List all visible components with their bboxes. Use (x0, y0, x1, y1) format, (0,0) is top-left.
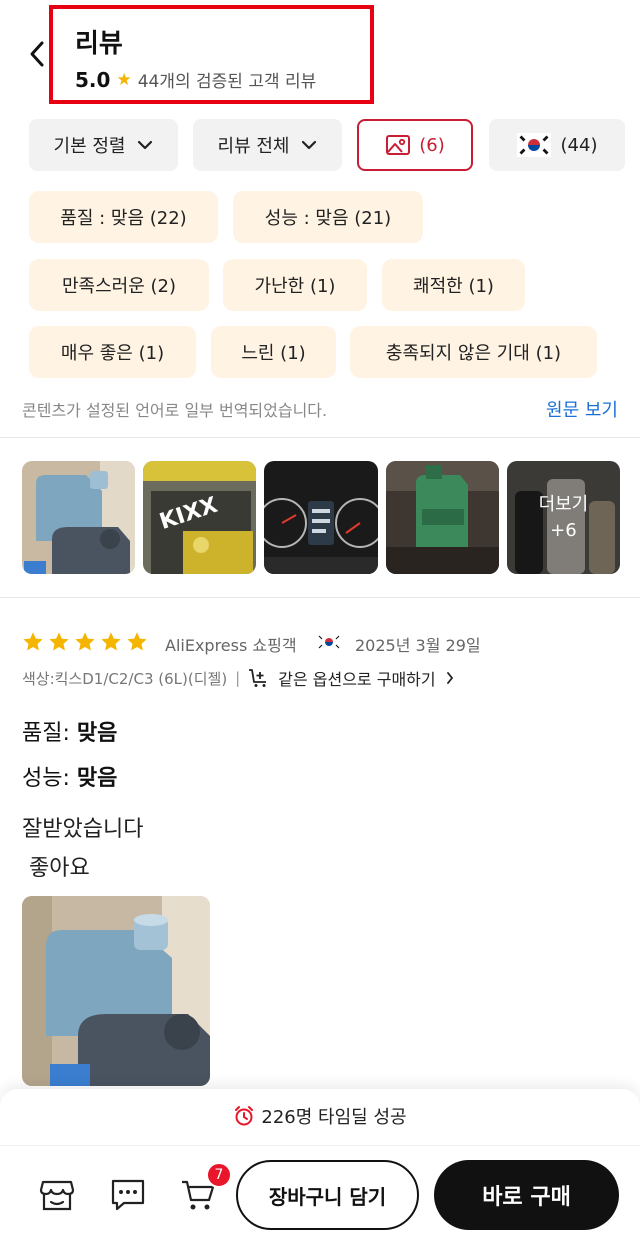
country-filter-chip[interactable]: (44) (489, 119, 625, 171)
divider (0, 597, 640, 598)
store-icon (39, 1180, 75, 1211)
verified-review-count: 44개의 검증된 고객 리뷰 (137, 72, 317, 92)
page-title: 리뷰 (75, 29, 123, 59)
title-highlight-box: 리뷰 5.0 ★ 44개의 검증된 고객 리뷰 (49, 5, 374, 104)
country-count: (44) (560, 134, 598, 156)
scope-label: 리뷰 전체 (217, 136, 290, 157)
photo-count: (6) (419, 134, 445, 156)
photo-filter-chip[interactable]: (6) (357, 119, 473, 171)
korea-flag-icon (516, 133, 551, 157)
performance-attribute: 성능: 맞음 (22, 760, 117, 792)
review-photo-thumb[interactable] (22, 461, 136, 574)
review-scope-dropdown[interactable]: 리뷰 전체 (193, 119, 342, 171)
star-icon (23, 632, 43, 651)
view-original-link[interactable]: 원문 보기 (546, 396, 618, 422)
rating-value: 5.0 (75, 67, 111, 92)
star-icon (101, 632, 121, 651)
reviewer-name: AliExpress 쇼핑객 (165, 636, 297, 655)
purchased-option: 색상:킥스D1/C2/C3 (6L)(디젤) (22, 669, 228, 688)
star-icon (49, 632, 69, 651)
star-icon (127, 632, 147, 651)
performance-value: 맞음 (76, 766, 118, 791)
review-photo-thumb[interactable] (385, 461, 499, 574)
timedeal-banner: 226명 타임딜 성공 (0, 1101, 640, 1131)
quality-key: 품질: (22, 721, 77, 746)
header: 리뷰 5.0 ★ 44개의 검증된 고객 리뷰 (0, 0, 640, 110)
tag-chip[interactable]: 충족되지 않은 기대 (1) (350, 326, 597, 378)
buy-same-option-link[interactable]: 같은 옵션으로 구매하기 (248, 666, 453, 690)
tag-chip[interactable]: 품질 : 맞음 (22) (29, 191, 218, 243)
chevron-down-icon (137, 140, 153, 150)
tag-chip[interactable]: 매우 좋은 (1) (29, 326, 196, 378)
cart-plus-icon (248, 668, 270, 688)
divider (0, 1145, 640, 1146)
chevron-right-icon (446, 669, 454, 688)
sort-label: 기본 정렬 (53, 136, 126, 157)
review-text-line: 잘받았습니다 (22, 817, 144, 842)
tag-chip[interactable]: 성능 : 맞음 (21) (233, 191, 423, 243)
review-photo[interactable] (22, 896, 210, 1086)
review-star-rating (22, 631, 148, 653)
separator: | (235, 669, 241, 687)
cart-count-badge: 7 (206, 1162, 232, 1188)
review-text-line: 좋아요 (22, 856, 90, 881)
back-button[interactable] (22, 36, 52, 72)
review-photo-thumb[interactable] (264, 461, 378, 574)
tag-chip[interactable]: 느린 (1) (211, 326, 336, 378)
star-icon: ★ (116, 69, 132, 90)
review-date: 2025년 3월 29일 (355, 636, 481, 655)
quality-attribute: 품질: 맞음 (22, 715, 117, 747)
translation-notice: 콘텐츠가 설정된 언어로 일부 번역되었습니다. (22, 401, 328, 420)
buy-now-button[interactable]: 바로 구매 (434, 1160, 619, 1230)
chat-icon (111, 1179, 145, 1211)
chevron-down-icon (301, 140, 317, 150)
rating-summary: 5.0 ★ 44개의 검증된 고객 리뷰 (75, 67, 317, 93)
more-count: +6 (550, 519, 577, 541)
sort-dropdown[interactable]: 기본 정렬 (29, 119, 178, 171)
timedeal-text: 226명 타임딜 성공 (261, 1107, 407, 1128)
star-icon (75, 632, 95, 651)
purchased-option-line: 색상:킥스D1/C2/C3 (6L)(디젤) | 같은 옵션으로 구매하기 (22, 666, 454, 690)
alarm-clock-icon (233, 1105, 255, 1127)
chevron-left-icon (30, 41, 44, 67)
tag-chip[interactable]: 가난한 (1) (223, 259, 367, 311)
more-label: 더보기 (538, 493, 589, 515)
tag-chip[interactable]: 쾌적한 (1) (382, 259, 525, 311)
review-photo-strip: KIXX 더보기 +6 (22, 461, 621, 574)
buy-same-label: 같은 옵션으로 구매하기 (278, 670, 436, 689)
store-button[interactable] (37, 1175, 77, 1215)
image-icon (385, 134, 411, 156)
filter-row: 기본 정렬 리뷰 전체 (6) (44) (0, 119, 640, 171)
review-photo-more[interactable]: 더보기 +6 (506, 461, 621, 574)
chat-button[interactable] (108, 1175, 148, 1215)
divider (0, 437, 640, 438)
add-to-cart-button[interactable]: 장바구니 담기 (236, 1160, 419, 1230)
tag-chip[interactable]: 만족스러운 (2) (29, 259, 209, 311)
more-photos-overlay: 더보기 +6 (506, 461, 621, 574)
korea-flag-icon (317, 633, 341, 651)
review-photo-thumb[interactable]: KIXX (143, 461, 257, 574)
performance-key: 성능: (22, 766, 77, 791)
quality-value: 맞음 (76, 721, 118, 746)
